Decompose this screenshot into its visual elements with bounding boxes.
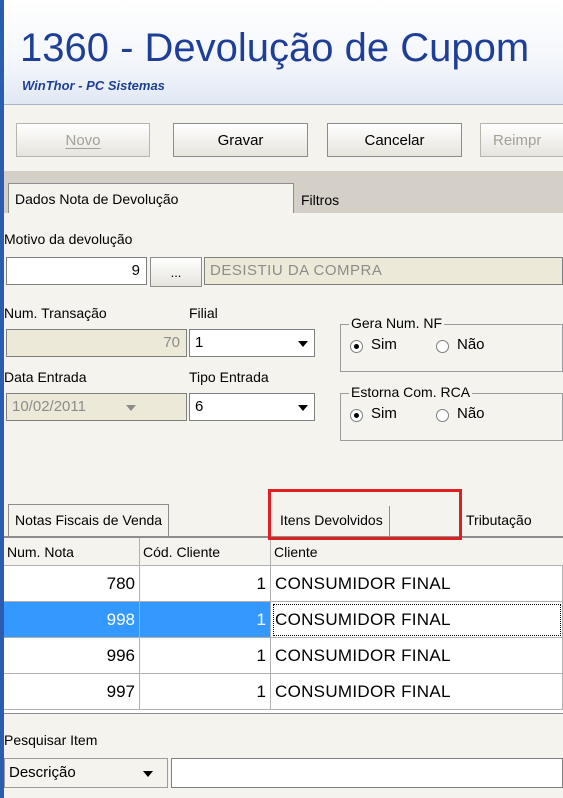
pesquisar-item-label: Pesquisar Item <box>4 732 98 748</box>
cell-cliente: CONSUMIDOR FINAL <box>271 638 563 674</box>
cell-cliente: CONSUMIDOR FINAL <box>271 674 563 710</box>
search-type-value: Descrição <box>9 764 76 781</box>
motivo-code-field[interactable]: 9 <box>6 257 147 285</box>
search-panel: Pesquisar Item Descrição <box>4 713 563 798</box>
gera-num-nf-sim-radio[interactable] <box>350 340 363 353</box>
num-transacao-value: 70 <box>163 334 180 351</box>
reimprimir-button-label: Reimpr <box>493 132 542 149</box>
novo-button-label: Novo <box>65 132 101 149</box>
table-row[interactable]: 996 1 CONSUMIDOR FINAL <box>4 638 563 674</box>
estorna-com-rca-sim-radio[interactable] <box>350 409 363 422</box>
grid-header-cod-cliente[interactable]: Cód. Cliente <box>140 538 271 566</box>
cell-cliente: CONSUMIDOR FINAL <box>271 566 563 602</box>
dados-nota-panel: Motivo da devolução 9 ... DESISTIU DA CO… <box>4 213 563 503</box>
gera-num-nf-label: Gera Num. NF <box>349 315 445 331</box>
tipo-entrada-dropdown-icon <box>298 405 308 411</box>
window-subtitle: WinThor - PC Sistemas <box>22 78 165 93</box>
num-transacao-field: 70 <box>6 329 187 357</box>
window-title: 1360 - Devolução de Cupom <box>20 26 530 70</box>
tipo-entrada-value: 6 <box>195 398 204 415</box>
tab-notas-fiscais-venda-label: Notas Fiscais de Venda <box>15 512 163 528</box>
cell-num-nota: 998 <box>4 602 140 638</box>
motivo-code-value: 9 <box>131 262 140 279</box>
estorna-com-rca-nao-radio[interactable] <box>436 409 449 422</box>
reimprimir-button[interactable]: Reimpr <box>480 123 563 157</box>
tab-tributacao[interactable]: Tributação <box>462 506 536 536</box>
table-row[interactable]: 997 1 CONSUMIDOR FINAL <box>4 674 563 710</box>
data-entrada-dropdown-icon <box>126 405 136 411</box>
gera-num-nf-nao-radio[interactable] <box>436 340 449 353</box>
table-row[interactable]: 780 1 CONSUMIDOR FINAL <box>4 566 563 602</box>
cell-cod-cliente: 1 <box>140 638 271 674</box>
tab-filtros[interactable]: Filtros <box>296 187 339 213</box>
table-row-selected[interactable]: 998 1 CONSUMIDOR FINAL <box>4 602 563 638</box>
window-header: 1360 - Devolução de Cupom WinThor - PC S… <box>4 0 563 105</box>
grid-header-num-nota[interactable]: Num. Nota <box>4 538 140 566</box>
estorna-com-rca-sim-label: Sim <box>371 405 397 422</box>
tab-tributacao-label: Tributação <box>466 512 532 528</box>
toolbar: Novo Gravar Cancelar Reimpr <box>4 105 563 171</box>
tab-dados-nota-devolucao[interactable]: Dados Nota de Devolução <box>8 183 294 214</box>
cancelar-button[interactable]: Cancelar <box>327 123 462 157</box>
estorna-com-rca-group: Estorna Com. RCA Sim Não <box>340 384 563 441</box>
cell-cod-cliente: 1 <box>140 566 271 602</box>
gravar-button-label: Gravar <box>217 132 264 149</box>
search-input[interactable] <box>171 758 563 788</box>
cell-num-nota: 780 <box>4 566 140 602</box>
highlight-box <box>268 489 462 540</box>
tab-dados-nota-devolucao-label: Dados Nota de Devolução <box>15 191 179 207</box>
filial-value: 1 <box>195 334 204 351</box>
app-window: 1360 - Devolução de Cupom WinThor - PC S… <box>4 0 563 798</box>
gera-num-nf-sim-label: Sim <box>371 336 397 353</box>
motivo-lookup-button[interactable]: ... <box>150 257 202 287</box>
cell-cliente: CONSUMIDOR FINAL <box>271 602 563 638</box>
motivo-description-value: DESISTIU DA COMPRA <box>210 262 383 279</box>
motivo-lookup-label: ... <box>170 265 182 280</box>
top-tabs: Dados Nota de Devolução Filtros <box>4 179 563 214</box>
tipo-entrada-label: Tipo Entrada <box>189 369 269 385</box>
filial-label: Filial <box>189 305 218 321</box>
filial-dropdown-icon <box>298 341 308 347</box>
tipo-entrada-select[interactable]: 6 <box>189 393 315 421</box>
cancelar-button-label: Cancelar <box>364 132 425 149</box>
cell-cod-cliente: 1 <box>140 602 271 638</box>
data-entrada-field: 10/02/2011 <box>6 393 187 421</box>
estorna-com-rca-nao-label: Não <box>457 405 485 422</box>
filial-select[interactable]: 1 <box>189 329 315 357</box>
notas-grid: Num. Nota Cód. Cliente Cliente 780 1 CON… <box>4 537 563 714</box>
cell-num-nota: 996 <box>4 638 140 674</box>
gera-num-nf-nao-label: Não <box>457 336 485 353</box>
motivo-description-field: DESISTIU DA COMPRA <box>204 257 563 285</box>
tab-filtros-label: Filtros <box>301 192 340 208</box>
data-entrada-label: Data Entrada <box>4 369 87 385</box>
gera-num-nf-group: Gera Num. NF Sim Não <box>340 315 563 372</box>
tab-notas-fiscais-venda[interactable]: Notas Fiscais de Venda <box>8 504 170 536</box>
estorna-com-rca-label: Estorna Com. RCA <box>349 384 473 400</box>
num-transacao-label: Num. Transação <box>4 305 107 321</box>
grid-header-cliente[interactable]: Cliente <box>271 538 563 566</box>
search-type-select[interactable]: Descrição <box>4 758 168 788</box>
search-type-dropdown-icon <box>143 771 153 777</box>
gravar-button[interactable]: Gravar <box>173 123 308 157</box>
novo-button[interactable]: Novo <box>16 123 150 157</box>
cell-num-nota: 997 <box>4 674 140 710</box>
data-entrada-value: 10/02/2011 <box>12 398 86 415</box>
motivo-label: Motivo da devolução <box>4 231 133 247</box>
cell-cod-cliente: 1 <box>140 674 271 710</box>
